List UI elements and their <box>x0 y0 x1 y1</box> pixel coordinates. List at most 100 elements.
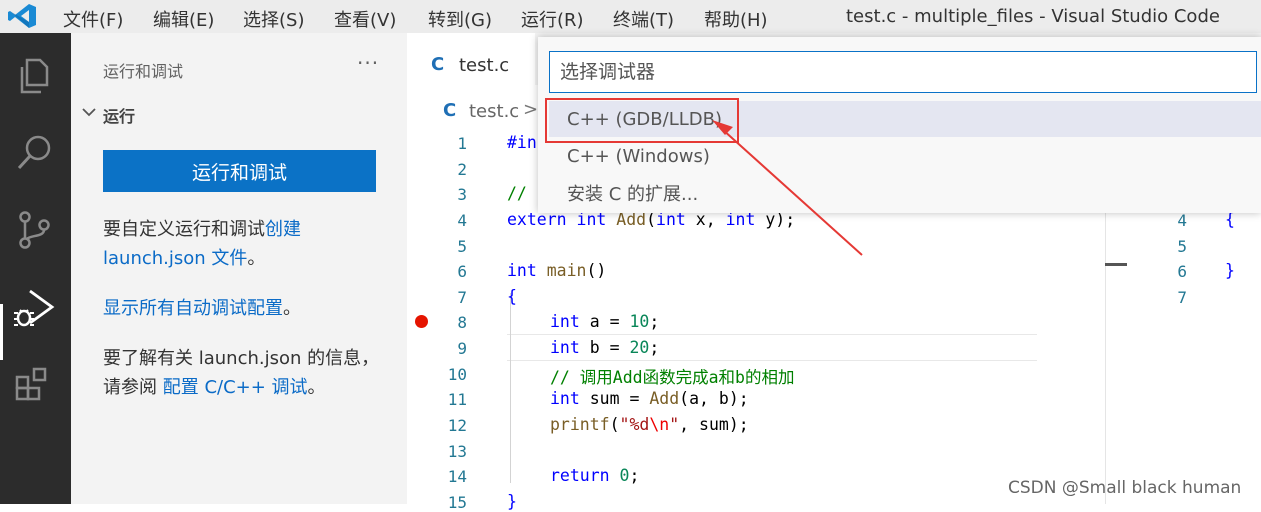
menu-selection[interactable]: 选择(S) <box>243 6 304 32</box>
keyword: int <box>550 389 580 408</box>
menu-view[interactable]: 查看(V) <box>334 6 396 32</box>
chevron-down-icon[interactable] <box>81 103 97 121</box>
function-name: printf <box>550 415 610 434</box>
line-number: 14 <box>447 467 467 486</box>
breadcrumb-separator: > <box>523 99 539 120</box>
window-title: test.c - multiple_files - Visual Studio … <box>846 6 1220 27</box>
code-line[interactable]: int main() <box>507 261 606 280</box>
punctuation: 。 <box>307 377 326 398</box>
explorer-icon[interactable] <box>10 51 60 101</box>
c-file-icon: C <box>443 100 457 121</box>
punctuation: 。 <box>247 248 266 269</box>
title-bar: 文件(F) 编辑(E) 选择(S) 查看(V) 转到(G) 运行(R) 终端(T… <box>0 0 1261 33</box>
line-number: 2 <box>457 160 467 179</box>
create-launch-text: 要自定义运行和调试 <box>103 219 265 240</box>
code-line[interactable]: } <box>507 492 517 511</box>
peek-code: } <box>1225 261 1235 280</box>
search-icon[interactable] <box>10 128 60 178</box>
peek-divider <box>1105 183 1106 504</box>
select-debugger-input[interactable] <box>549 51 1257 93</box>
peek-line-number: 7 <box>1177 288 1187 307</box>
number: 10 <box>629 312 650 331</box>
sidebar-title: 运行和调试 <box>103 62 184 81</box>
debugger-option-windows[interactable]: C++ (Windows) <box>549 138 1261 174</box>
indent-guide <box>510 293 511 483</box>
line-number: 8 <box>457 313 467 332</box>
brace: { <box>507 287 517 306</box>
menu-run[interactable]: 运行(R) <box>521 6 584 32</box>
menu-file[interactable]: 文件(F) <box>63 6 123 32</box>
code-text: ( <box>609 415 620 434</box>
number: 20 <box>629 338 650 357</box>
watermark: CSDN @Small black human <box>1008 478 1242 498</box>
run-and-debug-button[interactable]: 运行和调试 <box>103 150 376 192</box>
code-text: , sum); <box>679 415 749 434</box>
code-line[interactable]: int b = 20; <box>550 338 659 357</box>
show-all-debug-configs-link[interactable]: 显示所有自动调试配置 <box>103 298 283 319</box>
code-line[interactable]: printf("%d\n", sum); <box>550 415 749 434</box>
active-indicator <box>0 304 3 360</box>
comment: // 调用Add函数完成a和b的相加 <box>550 368 795 387</box>
line-number: 3 <box>457 185 467 204</box>
line-number: 13 <box>447 442 467 461</box>
extensions-icon[interactable] <box>10 361 60 411</box>
menu-edit[interactable]: 编辑(E) <box>153 6 214 32</box>
menu-terminal[interactable]: 终端(T) <box>613 6 674 32</box>
show-configs-paragraph: 显示所有自动调试配置。 <box>103 294 383 323</box>
run-debug-sidebar: 运行和调试 ··· 运行 运行和调试 要自定义运行和调试创建 launch.js… <box>71 33 407 504</box>
code-line[interactable]: // <box>507 184 527 203</box>
annotation-highlight-box <box>545 98 739 143</box>
activity-bar <box>0 33 71 504</box>
code-line[interactable]: int sum = Add(a, b); <box>550 389 749 408</box>
section-title[interactable]: 运行 <box>103 103 135 127</box>
keyword: return <box>550 466 610 485</box>
code-text: b = <box>579 338 630 357</box>
tab-label: test.c <box>459 55 510 76</box>
code-text: ; <box>629 466 640 485</box>
tab-test-c[interactable]: C test.c <box>407 33 535 85</box>
code-text: sum = <box>579 389 650 408</box>
breadcrumb-file[interactable]: test.c <box>469 101 519 122</box>
code-line[interactable]: { <box>507 287 517 306</box>
line-number: 7 <box>457 288 467 307</box>
install-c-extension-option[interactable]: 安装 C 的扩展... <box>549 175 1261 211</box>
menu-go[interactable]: 转到(G) <box>428 6 492 32</box>
line-number: 11 <box>447 390 467 409</box>
brace: } <box>507 492 517 511</box>
more-actions-icon[interactable]: ··· <box>357 51 379 75</box>
function-name: main <box>546 261 587 280</box>
run-debug-icon[interactable] <box>10 285 60 335</box>
code-line[interactable]: int a = 10; <box>550 312 659 331</box>
string: "%d <box>619 415 650 434</box>
line-number: 12 <box>447 416 467 435</box>
number: 0 <box>619 466 630 485</box>
menu-help[interactable]: 帮助(H) <box>704 6 768 32</box>
line-number: 9 <box>457 339 467 358</box>
create-launch-paragraph: 要自定义运行和调试创建 launch.json 文件。 <box>103 215 383 273</box>
keyword: int <box>507 261 537 280</box>
keyword: int <box>550 312 580 331</box>
c-file-icon: C <box>431 54 445 75</box>
code-line[interactable]: // 调用Add函数完成a和b的相加 <box>550 364 794 388</box>
comment: // <box>507 184 527 203</box>
line-number: 6 <box>457 262 467 281</box>
code-text: () <box>586 261 607 280</box>
function-name: Add <box>649 389 680 408</box>
code-text: ; <box>649 338 660 357</box>
code-text: ; <box>649 312 660 331</box>
code-text: a = <box>579 312 630 331</box>
line-number: 15 <box>447 493 467 512</box>
configure-cpp-debug-link[interactable]: 配置 C/C++ 调试 <box>163 377 308 398</box>
punctuation: 。 <box>283 298 301 319</box>
code-line[interactable]: #in <box>507 133 537 152</box>
overview-ruler-mark <box>1105 263 1127 266</box>
peek-line-number: 4 <box>1177 211 1187 230</box>
source-control-icon[interactable] <box>10 205 60 255</box>
line-number: 5 <box>457 237 467 256</box>
learn-more-paragraph: 要了解有关 launch.json 的信息，请参阅 配置 C/C++ 调试。 <box>103 344 383 402</box>
keyword: int <box>550 338 580 357</box>
peek-line-number: 6 <box>1177 262 1187 281</box>
line-number: 4 <box>457 211 467 230</box>
string: " <box>669 415 680 434</box>
code-line[interactable]: return 0; <box>550 466 639 485</box>
